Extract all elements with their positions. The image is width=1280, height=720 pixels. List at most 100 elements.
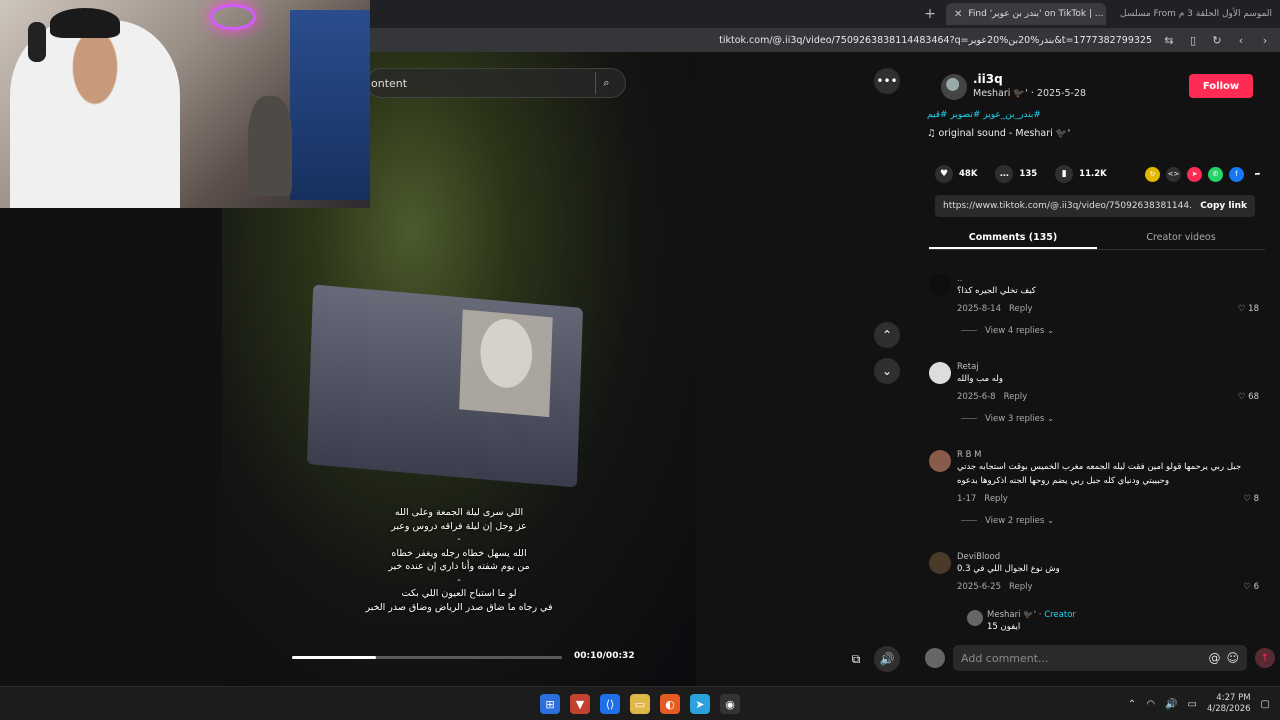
battery-icon[interactable]: ▭ (1188, 699, 1197, 710)
reply-button[interactable]: Reply (1004, 392, 1028, 402)
address-bar[interactable]: tiktok.com/@.ii3q/video/7509263838114483… (370, 28, 1280, 52)
commenter-name[interactable]: Meshari 🐦‍⬛' · Creator (987, 610, 1076, 620)
commenter-name[interactable]: .. (957, 274, 962, 284)
clock[interactable]: 4:27 PM 4/28/2026 (1207, 693, 1251, 715)
commenter-avatar[interactable] (929, 362, 951, 384)
comment-count: 135 (1019, 169, 1038, 179)
close-tab-icon[interactable]: ✕ (954, 9, 962, 20)
more-options-icon[interactable]: ••• (874, 68, 900, 94)
commenter-avatar[interactable] (929, 450, 951, 472)
volume-icon[interactable]: 🔊 (874, 646, 900, 672)
caption-line: - (457, 574, 461, 586)
commenter-name[interactable]: Retaj (957, 362, 979, 372)
sound-link[interactable]: ♫ original sound - Meshari 🐦‍⬛' (927, 128, 1070, 139)
comment-text: جبل ربي يرحمها قولو امين فقت ليله الجمعه… (957, 462, 1242, 472)
like-button[interactable]: ♥ 48K (935, 165, 977, 183)
share-link-box: https://www.tiktok.com/@.ii3q/video/7509… (935, 195, 1255, 217)
mention-icon[interactable]: @ (1208, 651, 1220, 665)
tab-comments[interactable]: Comments (135) (929, 228, 1097, 249)
follow-button[interactable]: Follow (1189, 74, 1253, 98)
heart-icon[interactable]: ♡ (1243, 582, 1253, 592)
reply-author: Meshari 🐦‍⬛' · (987, 610, 1042, 620)
view-replies-button[interactable]: View 3 replies ⌄ (961, 414, 1054, 424)
bookmark-icon[interactable]: ▯ (1186, 34, 1200, 47)
reload-icon[interactable]: ↻ (1210, 34, 1224, 47)
share-link[interactable]: https://www.tiktok.com/@.ii3q/video/7509… (943, 201, 1192, 211)
save-button[interactable]: ▮ 11.2K (1055, 165, 1107, 183)
sound-title: original sound - Meshari 🐦‍⬛' (938, 128, 1071, 139)
view-replies-button[interactable]: View 2 replies ⌄ (961, 516, 1054, 526)
heart-icon: ♥ (935, 165, 953, 183)
tray-chevron-icon[interactable]: ⌃ (1128, 699, 1136, 710)
hashtags[interactable]: #بندر_بن_عوير #تصوير #قيم (927, 110, 1041, 120)
telegram-icon[interactable]: ➤ (690, 694, 710, 714)
caption-line: من يوم شفته وأنا داري إن عنده خير (388, 561, 530, 572)
panel-tabs: Comments (135) Creator videos (929, 228, 1265, 250)
volume-tray-icon[interactable]: 🔊 (1165, 699, 1177, 710)
copy-link-button[interactable]: Copy link (1200, 201, 1247, 211)
post-comment-button[interactable]: ↑ (1255, 648, 1275, 668)
brave-browser-icon[interactable]: ▼ (570, 694, 590, 714)
forward-icon[interactable]: › (1258, 34, 1272, 47)
like-count: 48K (959, 169, 978, 179)
poster-image (290, 10, 370, 200)
view-replies-button[interactable]: View 4 replies ⌄ (961, 326, 1054, 336)
commenter-name[interactable]: DeviBlood (957, 552, 1000, 562)
search-bar[interactable]: ontent ⌕ (366, 68, 626, 98)
repost-icon[interactable]: ↻ (1145, 166, 1160, 182)
music-note-icon: ♫ (927, 128, 939, 139)
details-panel: .ii3q Meshari 🐦‍⬛' · 2025-5-28 Follow #ب… (915, 52, 1280, 686)
webcam-overlay (0, 0, 370, 208)
taskbar: ⊞ ▼ ⟨⟩ ▭ ◐ ➤ ◉ ⌃ ◠ 🔊 ▭ 4:27 PM 4/28/2026… (0, 686, 1280, 720)
caption-line: عز وجل إن ليلة فراقه دروس وعبر (391, 520, 527, 532)
back-icon[interactable]: ‹ (1234, 34, 1248, 47)
windows-start-icon[interactable]: ⊞ (540, 694, 560, 714)
notification-icon[interactable]: ▢ (1261, 699, 1270, 710)
comment-button[interactable]: … 135 (995, 165, 1037, 183)
search-icon[interactable]: ⌕ (595, 72, 617, 94)
facebook-icon[interactable]: f (1229, 166, 1244, 182)
commenter-avatar[interactable] (929, 552, 951, 574)
commenter-name[interactable]: R B M (957, 450, 981, 460)
heart-icon[interactable]: ♡ (1238, 392, 1248, 402)
commenter-avatar[interactable] (967, 610, 983, 626)
obs-icon[interactable]: ◉ (720, 694, 740, 714)
vscode-icon[interactable]: ⟨⟩ (600, 694, 620, 714)
search-input[interactable]: ontent (371, 77, 407, 90)
reply-button[interactable]: Reply (1009, 304, 1033, 314)
whatsapp-icon[interactable]: ✆ (1208, 166, 1223, 182)
comment-input[interactable]: Add comment... @ ☺ (953, 645, 1247, 671)
progress-bar[interactable] (292, 656, 562, 659)
previous-video-button[interactable]: ⌃ (874, 322, 900, 348)
wifi-icon[interactable]: ◠ (1146, 699, 1155, 710)
comment-date: 2025-8-14 (957, 304, 1001, 314)
tab-tiktok[interactable]: ✕ Find 'بندر بن عوير' on TikTok | ... ♪ (946, 3, 1106, 25)
url-text[interactable]: tiktok.com/@.ii3q/video/7509263838114483… (719, 35, 1152, 46)
send-icon[interactable]: ➤ (1187, 166, 1202, 182)
tab-creator-videos[interactable]: Creator videos (1097, 228, 1265, 249)
reply-button[interactable]: Reply (984, 494, 1008, 504)
comment-item: .. كيف تخلي الجيره كذا؟ 2025-8-14 Reply ♡… (929, 274, 1269, 354)
view-replies-label: View 4 replies (985, 326, 1045, 336)
emoji-icon[interactable]: ☺ (1226, 651, 1239, 665)
share-arrow-icon[interactable]: ➦ (1250, 167, 1265, 182)
new-tab-button[interactable]: + (920, 4, 940, 24)
app-icon[interactable]: ◐ (660, 694, 680, 714)
author-avatar[interactable] (941, 74, 967, 100)
embed-icon[interactable]: <> (1166, 166, 1181, 182)
caption-line: اللي سرى ليلة الجمعة وعلى الله (394, 507, 524, 518)
reply-button[interactable]: Reply (1009, 582, 1033, 592)
file-explorer-icon[interactable]: ▭ (630, 694, 650, 714)
view-replies-label: View 2 replies (985, 516, 1045, 526)
share-buttons: ↻ <> ➤ ✆ f ➦ (1145, 166, 1265, 182)
tab-title: مسلسل From الموسم الأول الحلقة 3 م... (1120, 9, 1272, 19)
site-settings-icon[interactable]: ⇆ (1162, 34, 1176, 47)
pip-icon[interactable]: ⧉ (843, 646, 869, 672)
heart-icon[interactable]: ♡ (1238, 304, 1248, 314)
tab-series[interactable]: مسلسل From الموسم الأول الحلقة 3 م... (1112, 3, 1272, 25)
next-video-button[interactable]: ⌄ (874, 358, 900, 384)
commenter-avatar[interactable] (929, 274, 951, 296)
reply-item: Meshari 🐦‍⬛' · Creator ايفون 15 (967, 610, 1267, 634)
heart-icon[interactable]: ♡ (1243, 494, 1253, 504)
author-username[interactable]: .ii3q (973, 72, 1003, 86)
